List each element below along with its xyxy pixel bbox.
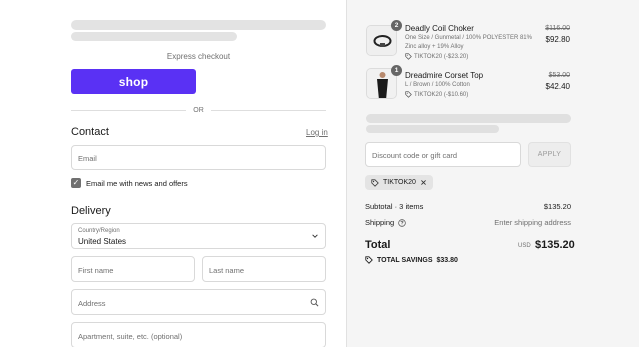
- item-discount-text: TIKTOK20 (-$23.20): [414, 53, 469, 60]
- subtotal-value: $135.20: [543, 202, 571, 211]
- loading-skeleton-bar: [366, 125, 499, 133]
- quantity-badge: 1: [391, 65, 402, 76]
- product-name: Deadly Coil Choker: [405, 24, 474, 33]
- total-savings: TOTAL SAVINGS $33.80: [365, 256, 458, 264]
- email-placeholder: Email: [78, 154, 97, 163]
- tag-icon: [365, 256, 373, 264]
- first-name-placeholder: First name: [78, 266, 114, 275]
- item-discount-text: TIKTOK20 (-$10.60): [414, 91, 469, 98]
- country-select[interactable]: Country/Region United States: [71, 223, 326, 249]
- apply-discount-button[interactable]: APPLY: [528, 142, 571, 167]
- email-field[interactable]: Email: [71, 145, 326, 170]
- shipping-label: Shipping: [365, 218, 395, 227]
- shipping-value: Enter shipping address: [494, 218, 571, 227]
- newsletter-label: Email me with news and offers: [86, 179, 188, 188]
- close-icon[interactable]: [420, 179, 427, 186]
- address-field[interactable]: Address: [71, 289, 326, 315]
- savings-label: TOTAL SAVINGS: [377, 256, 433, 264]
- chevron-down-icon: [312, 234, 318, 238]
- applied-code-text: TIKTOK20: [383, 179, 416, 186]
- country-value: United States: [78, 237, 127, 246]
- total-label: Total: [365, 239, 391, 251]
- applied-discount-chip: TIKTOK20: [365, 175, 433, 190]
- savings-value: $33.80: [436, 256, 458, 264]
- apartment-placeholder: Apartment, suite, etc. (optional): [78, 332, 183, 341]
- address-placeholder: Address: [78, 299, 106, 308]
- loading-skeleton-bar: [71, 32, 237, 41]
- divider-line: [210, 109, 326, 111]
- product-variant: One Size / Gunmetal / 100% POLYESTER 81%: [405, 35, 532, 41]
- contact-heading: Contact: [71, 126, 109, 138]
- item-price: $42.40: [545, 82, 570, 91]
- divider-line: [71, 109, 187, 111]
- last-name-field[interactable]: Last name: [202, 256, 326, 282]
- tag-icon: [405, 53, 412, 60]
- newsletter-checkbox[interactable]: ✓: [71, 178, 81, 188]
- help-icon[interactable]: [398, 218, 406, 227]
- loading-skeleton-bar: [366, 114, 571, 123]
- item-discount: TIKTOK20 (-$10.60): [405, 91, 468, 98]
- login-link[interactable]: Log in: [306, 128, 328, 137]
- subtotal-label: Subtotal · 3 items: [365, 202, 424, 211]
- search-icon: [310, 298, 319, 307]
- currency-code: USD: [518, 243, 531, 249]
- apartment-field[interactable]: Apartment, suite, etc. (optional): [71, 322, 326, 347]
- tag-icon: [405, 91, 412, 98]
- or-label: OR: [193, 106, 204, 114]
- checkout-form-panel: Express checkout shop OR Contact Log in …: [0, 0, 346, 347]
- loading-skeleton-bar: [71, 20, 326, 30]
- choker-image: [367, 26, 396, 55]
- shipping-row-label: Shipping: [365, 218, 406, 227]
- item-discount: TIKTOK20 (-$23.20): [405, 53, 468, 60]
- country-label: Country/Region: [78, 228, 120, 234]
- last-name-placeholder: Last name: [209, 266, 245, 275]
- express-checkout-label: Express checkout: [166, 52, 231, 61]
- product-variant: L / Brown / 100% Cotton: [405, 82, 470, 88]
- shop-pay-button[interactable]: shop: [71, 69, 196, 94]
- discount-code-field[interactable]: Discount code or gift card: [365, 142, 521, 167]
- quantity-badge: 2: [391, 20, 402, 31]
- product-name: Dreadmire Corset Top: [405, 71, 484, 80]
- total-value: $135.20: [535, 239, 575, 251]
- tag-icon: [371, 178, 379, 187]
- original-price: $53.00: [548, 72, 570, 79]
- delivery-heading: Delivery: [71, 205, 111, 217]
- original-price: $116.00: [545, 25, 570, 32]
- item-price: $92.80: [545, 35, 570, 44]
- discount-placeholder: Discount code or gift card: [372, 151, 458, 160]
- first-name-field[interactable]: First name: [71, 256, 195, 282]
- product-variant: Zinc alloy + 19% Alloy: [405, 44, 464, 50]
- or-divider: OR: [71, 104, 326, 116]
